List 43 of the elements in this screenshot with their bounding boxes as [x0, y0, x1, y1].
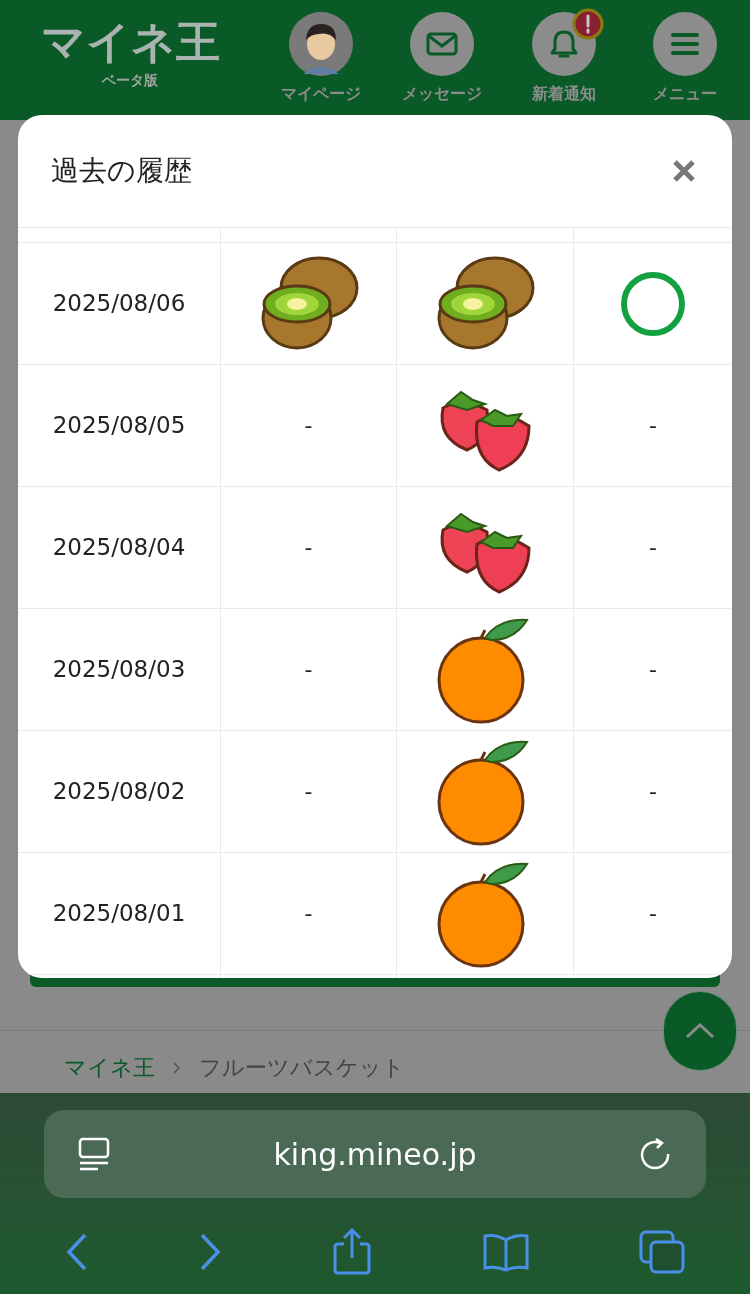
- kiwi-icon: [435, 255, 535, 352]
- breadcrumb-link[interactable]: マイネ王: [64, 1055, 155, 1081]
- date-cell-text: 2025/08/06: [52, 289, 186, 319]
- date-cell-text: 2025/08/02: [52, 777, 186, 807]
- chevron-up-icon: [685, 1023, 715, 1039]
- empty-cell-text: -: [304, 412, 313, 440]
- menu-icon: [670, 32, 701, 56]
- address-bar[interactable]: king.mineo.jp: [44, 1110, 706, 1198]
- empty-cell-text: -: [304, 534, 313, 562]
- avatar-icon: [288, 12, 353, 76]
- circle-mark: [621, 271, 685, 336]
- empty-cell-text: -: [304, 900, 313, 928]
- empty-cell-text: -: [304, 778, 313, 806]
- reader-icon: [78, 1137, 110, 1171]
- close-icon: [672, 159, 696, 183]
- nav-button[interactable]: マイページ: [260, 12, 381, 106]
- nav-button[interactable]: 新着通知: [503, 12, 624, 106]
- date-cell-text: 2025/08/05: [52, 411, 186, 441]
- date-cell-text: 2025/08/04: [52, 533, 186, 563]
- forward-icon[interactable]: [198, 1232, 223, 1272]
- chevron-right-icon: [173, 1062, 181, 1074]
- back-icon[interactable]: [64, 1232, 89, 1272]
- url-text: king.mineo.jp: [273, 1135, 477, 1174]
- empty-cell-text: -: [304, 656, 313, 684]
- site-logo[interactable]: マイネ王: [40, 14, 220, 70]
- modal-title: 過去の履歴: [51, 153, 192, 189]
- breadcrumb-current: フルーツバスケット: [199, 1055, 405, 1081]
- nav-button[interactable]: メッセージ: [382, 12, 503, 106]
- mail-icon: [426, 32, 459, 56]
- bookmarks-icon[interactable]: [481, 1232, 530, 1272]
- empty-cell-text: -: [649, 534, 657, 562]
- reload-icon: [640, 1137, 672, 1171]
- bell-icon: [549, 29, 578, 59]
- share-icon[interactable]: [332, 1228, 372, 1276]
- date-cell-text: 2025/08/01: [52, 899, 186, 929]
- empty-cell-text: -: [649, 778, 657, 806]
- date-cell-text: 2025/08/03: [52, 655, 186, 685]
- logo-subtitle: ベータ版: [102, 71, 158, 90]
- tabs-icon[interactable]: [639, 1230, 686, 1274]
- empty-cell-text: -: [649, 900, 657, 928]
- empty-cell-text: -: [649, 412, 657, 440]
- empty-cell-text: -: [649, 656, 657, 684]
- nav-button[interactable]: メニュー: [625, 12, 746, 106]
